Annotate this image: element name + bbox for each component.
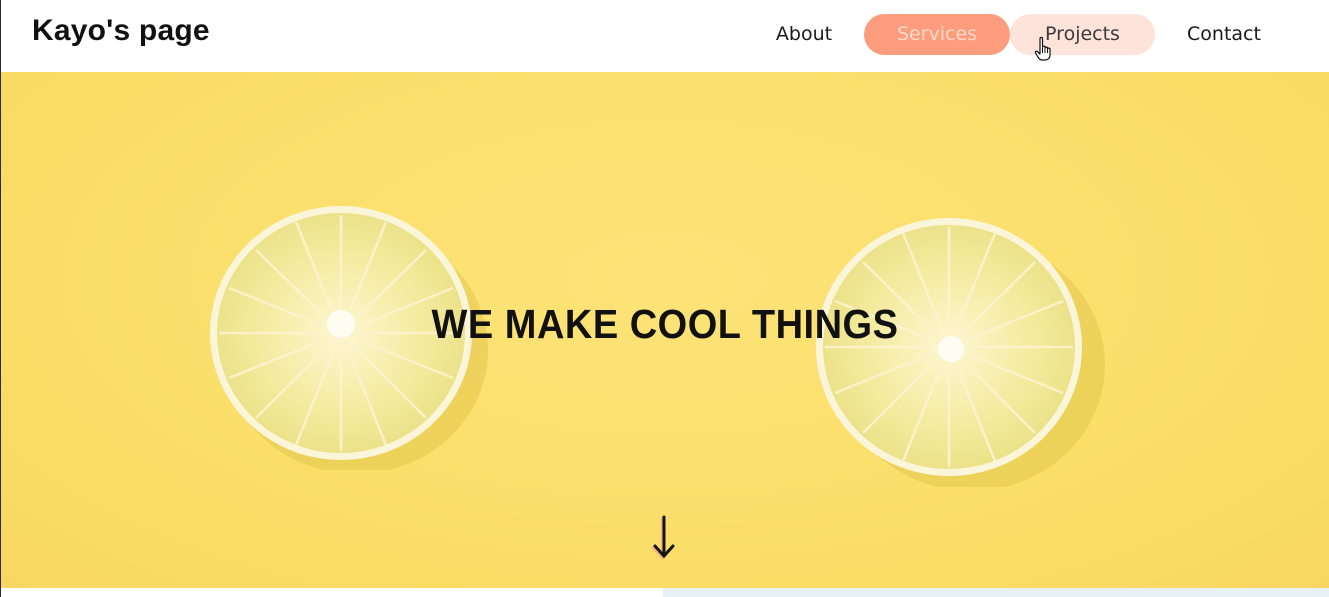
nav-services-link[interactable]: Services (864, 14, 1010, 55)
main-nav: About Services Projects Contact (1, 14, 1329, 55)
hand-pointer-cursor-icon (1034, 36, 1051, 61)
nav-projects-link[interactable]: Projects (1010, 14, 1155, 55)
nav-about-link[interactable]: About (741, 14, 867, 55)
hero-title: WE MAKE COOL THINGS (431, 302, 899, 348)
next-section-preview (663, 588, 1329, 597)
site-header: Kayo's page About Services Projects Cont… (1, 0, 1329, 72)
nav-contact-link[interactable]: Contact (1161, 14, 1287, 55)
arrow-down-icon[interactable] (649, 513, 679, 561)
hero-section: WE MAKE COOL THINGS (1, 72, 1329, 588)
